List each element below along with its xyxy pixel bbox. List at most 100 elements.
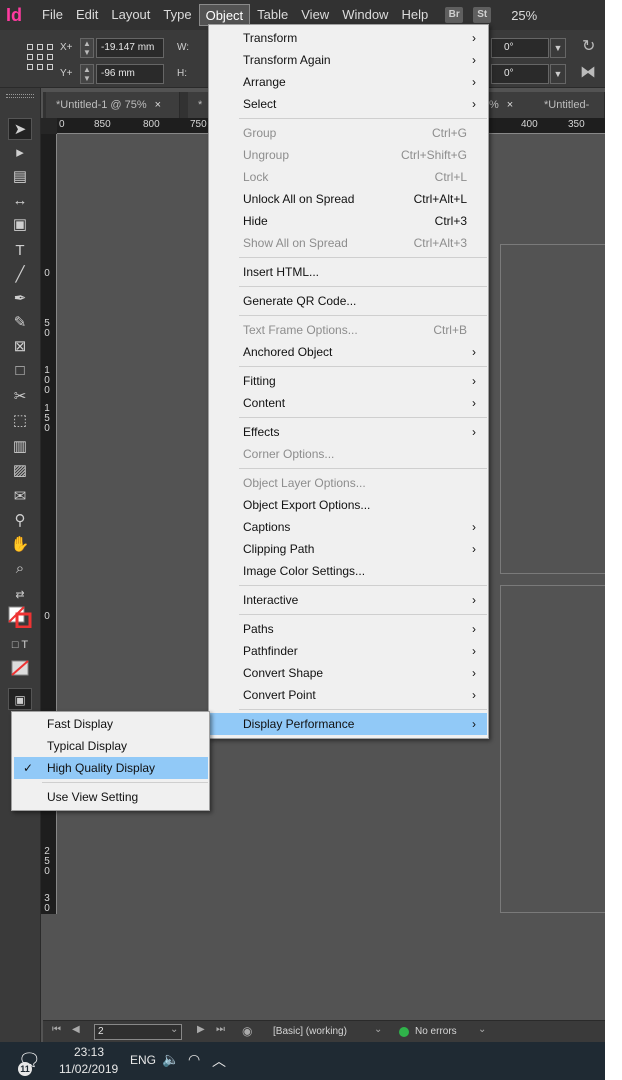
menu-item-show-all-on-spread[interactable]: Show All on Spread Ctrl+Alt+3 <box>210 232 487 254</box>
menu-item-group[interactable]: Group Ctrl+G <box>210 122 487 144</box>
y-stepper[interactable]: ▲ ▼ <box>80 64 94 84</box>
panel-grip[interactable] <box>6 94 34 98</box>
ruler-origin[interactable] <box>41 118 57 134</box>
menu-type[interactable]: Type <box>157 4 197 26</box>
volume-icon[interactable]: 🔈 <box>162 1051 179 1068</box>
x-field[interactable]: -19.147 mm <box>96 38 164 58</box>
menu-item-lock[interactable]: Lock Ctrl+L <box>210 166 487 188</box>
menu-item-object-layer-options[interactable]: Object Layer Options... <box>210 472 487 494</box>
shear-angle-field[interactable]: 0° <box>491 64 549 84</box>
wifi-icon[interactable]: ◠ <box>188 1051 200 1068</box>
submenu-item-high-quality-display[interactable]: ✓ High Quality Display <box>14 757 208 779</box>
preflight-profile[interactable]: [Basic] (working) <box>273 1026 347 1037</box>
menu-window[interactable]: Window <box>336 4 394 26</box>
gap-tool-icon[interactable]: ↔ <box>8 190 32 212</box>
gradient-swatch-tool-icon[interactable]: ▥ <box>8 436 32 458</box>
reference-point-icon[interactable] <box>27 44 53 70</box>
menu-item-captions[interactable]: Captions › <box>210 516 487 538</box>
tab-untitled-1[interactable]: *Untitled-1 @ 75% × <box>46 92 180 118</box>
default-colors-icon[interactable]: ⇄ <box>8 584 32 606</box>
rectangle-frame-tool-icon[interactable]: ⊠ <box>8 336 32 358</box>
menu-table[interactable]: Table <box>251 4 294 26</box>
menu-item-effects[interactable]: Effects › <box>210 421 487 443</box>
preflight-errors[interactable]: No errors <box>415 1026 457 1037</box>
menu-item-ungroup[interactable]: Ungroup Ctrl+Shift+G <box>210 144 487 166</box>
clock-date[interactable]: 11/02/2019 <box>59 1062 118 1076</box>
flip-horizontal-icon[interactable]: ⧓ <box>580 62 596 82</box>
fill-stroke-swatch-icon[interactable] <box>8 606 32 629</box>
clock-time[interactable]: 23:13 <box>74 1045 104 1059</box>
menu-item-select[interactable]: Select › <box>210 93 487 115</box>
menu-item-display-performance[interactable]: Display Performance › <box>210 713 487 735</box>
menu-item-image-color-settings[interactable]: Image Color Settings... <box>210 560 487 582</box>
note-tool-icon[interactable]: ✉ <box>8 486 32 508</box>
apply-none-icon[interactable] <box>8 660 32 682</box>
menu-item-paths[interactable]: Paths › <box>210 618 487 640</box>
menu-item-convert-point[interactable]: Convert Point › <box>210 684 487 706</box>
menu-item-arrange[interactable]: Arrange › <box>210 71 487 93</box>
menu-item-hide[interactable]: Hide Ctrl+3 <box>210 210 487 232</box>
page-dropdown-icon[interactable]: ⌄ <box>170 1024 178 1035</box>
input-language[interactable]: ENG <box>130 1053 156 1067</box>
zoom-level[interactable]: 25% <box>511 8 537 23</box>
preflight-dropdown-icon[interactable]: ⌄ <box>478 1024 486 1035</box>
tab-untitled-4[interactable]: *Untitled-4 <box>534 92 605 137</box>
menu-item-interactive[interactable]: Interactive › <box>210 589 487 611</box>
menu-item-unlock-all-on-spread[interactable]: Unlock All on Spread Ctrl+Alt+L <box>210 188 487 210</box>
menu-item-corner-options[interactable]: Corner Options... <box>210 443 487 465</box>
menu-object[interactable]: Object <box>198 4 251 26</box>
submenu-item-fast-display[interactable]: Fast Display <box>14 713 208 735</box>
bridge-icon[interactable]: Br <box>445 7 464 23</box>
type-tool-icon[interactable]: T <box>8 240 32 262</box>
screen-mode-icon[interactable]: ▣ <box>8 688 32 710</box>
page-tool-icon[interactable]: ▤ <box>8 166 32 188</box>
menu-item-generate-qr-code[interactable]: Generate QR Code... <box>210 290 487 312</box>
menu-item-anchored-object[interactable]: Anchored Object › <box>210 341 487 363</box>
scissors-tool-icon[interactable]: ✂ <box>8 386 32 408</box>
previous-page-icon[interactable]: ◀ <box>72 1024 80 1035</box>
line-tool-icon[interactable]: ╱ <box>8 264 32 286</box>
menu-layout[interactable]: Layout <box>105 4 156 26</box>
selection-tool-icon[interactable]: ➤ <box>8 118 32 140</box>
pencil-tool-icon[interactable]: ✎ <box>8 312 32 334</box>
menu-item-pathfinder[interactable]: Pathfinder › <box>210 640 487 662</box>
close-icon[interactable]: × <box>507 99 513 111</box>
hand-tool-icon[interactable]: ✋ <box>8 534 32 556</box>
menu-item-convert-shape[interactable]: Convert Shape › <box>210 662 487 684</box>
gradient-feather-tool-icon[interactable]: ▨ <box>8 460 32 482</box>
free-transform-tool-icon[interactable]: ⬚ <box>8 410 32 432</box>
rotate-icon[interactable]: ↻ <box>582 36 595 56</box>
tab-untitled-3[interactable]: % × <box>489 92 539 118</box>
formatting-affects-container-icon[interactable]: □ T <box>8 634 32 656</box>
stock-icon[interactable]: St <box>473 7 492 23</box>
zoom-tool-icon[interactable]: ⌕ <box>8 558 32 580</box>
open-document-icon[interactable]: ◉ <box>242 1024 252 1038</box>
menu-view[interactable]: View <box>295 4 335 26</box>
shear-dropdown[interactable]: ▼ <box>550 64 566 84</box>
submenu-item-typical-display[interactable]: Typical Display <box>14 735 208 757</box>
menu-item-content[interactable]: Content › <box>210 392 487 414</box>
menu-item-clipping-path[interactable]: Clipping Path › <box>210 538 487 560</box>
page-number-field[interactable]: 2 <box>94 1024 182 1040</box>
menu-help[interactable]: Help <box>395 4 434 26</box>
menu-item-text-frame-options[interactable]: Text Frame Options... Ctrl+B <box>210 319 487 341</box>
eyedropper-tool-icon[interactable]: ⚲ <box>8 510 32 532</box>
rotation-dropdown[interactable]: ▼ <box>550 38 566 58</box>
submenu-item-use-view-setting[interactable]: Use View Setting <box>14 786 208 808</box>
close-icon[interactable]: × <box>155 99 161 111</box>
pen-tool-icon[interactable]: ✒ <box>8 288 32 310</box>
first-page-icon[interactable]: ⏮ <box>52 1024 61 1035</box>
profile-dropdown-icon[interactable]: ⌄ <box>374 1024 382 1035</box>
rotation-angle-field[interactable]: 0° <box>491 38 549 58</box>
menu-item-object-export-options[interactable]: Object Export Options... <box>210 494 487 516</box>
last-page-icon[interactable]: ⏭ <box>216 1024 225 1035</box>
content-collector-icon[interactable]: ▣ <box>8 214 32 236</box>
menu-file[interactable]: File <box>36 4 69 26</box>
x-stepper[interactable]: ▲ ▼ <box>80 38 94 58</box>
menu-item-transform-again[interactable]: Transform Again › <box>210 49 487 71</box>
menu-item-insert-html[interactable]: Insert HTML... <box>210 261 487 283</box>
menu-item-fitting[interactable]: Fitting › <box>210 370 487 392</box>
menu-edit[interactable]: Edit <box>70 4 104 26</box>
next-page-icon[interactable]: ▶ <box>197 1024 205 1035</box>
direct-selection-tool-icon[interactable]: ▸ <box>8 142 32 164</box>
